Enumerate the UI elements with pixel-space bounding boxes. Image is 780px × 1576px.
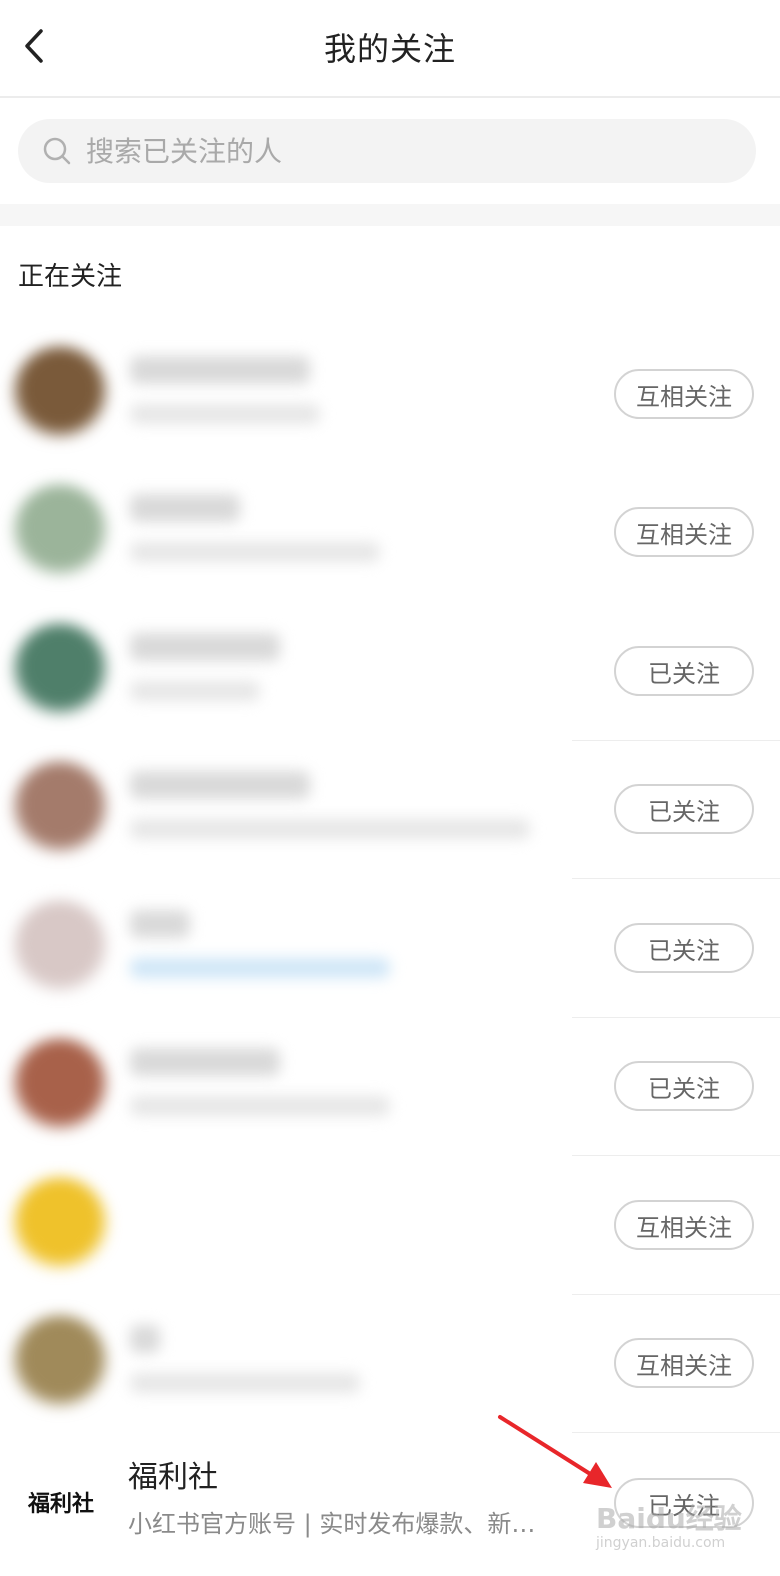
row-divider xyxy=(572,1432,780,1433)
avatar xyxy=(12,346,108,442)
follow-row[interactable]: 已关注 xyxy=(0,741,780,879)
follow-row[interactable]: 互相关注 xyxy=(0,1295,780,1433)
top-bar: 我的关注 xyxy=(0,0,780,98)
avatar xyxy=(12,484,108,580)
name-redacted xyxy=(130,910,190,938)
mutual-follow-button[interactable]: 互相关注 xyxy=(614,1338,754,1388)
fulishe-logo: 福利社 xyxy=(28,1491,95,1517)
following-button[interactable]: 已关注 xyxy=(614,646,754,696)
mutual-follow-button[interactable]: 互相关注 xyxy=(614,1200,754,1250)
follow-row[interactable]: 互相关注 xyxy=(0,464,780,602)
follow-row[interactable]: 已关注 xyxy=(0,603,780,741)
follow-row[interactable]: 已关注 xyxy=(0,880,780,1018)
following-button[interactable]: 已关注 xyxy=(614,784,754,834)
avatar xyxy=(12,1038,108,1134)
user-name: 福利社 xyxy=(128,1460,218,1495)
name-redacted xyxy=(130,771,310,799)
row-divider xyxy=(572,1155,780,1156)
user-description: 小红书官方账号 | 实时发布爆款、新… xyxy=(128,1510,536,1538)
mutual-follow-button[interactable]: 互相关注 xyxy=(614,369,754,419)
avatar xyxy=(12,761,108,857)
desc-redacted xyxy=(130,542,380,562)
search-bar[interactable] xyxy=(18,119,756,183)
page-title: 我的关注 xyxy=(323,30,456,68)
desc-redacted xyxy=(130,958,390,978)
avatar xyxy=(12,1177,108,1273)
search-input[interactable] xyxy=(84,133,708,169)
name-redacted xyxy=(130,633,280,661)
section-title-following: 正在关注 xyxy=(18,262,123,292)
follow-row[interactable]: 互相关注 xyxy=(0,326,780,464)
desc-redacted xyxy=(130,819,530,839)
name-redacted xyxy=(130,1048,280,1076)
follow-row-fulishe[interactable]: 福利社 福利社 小红书官方账号 | 实时发布爆款、新… 已关注 xyxy=(0,1434,780,1576)
following-button[interactable]: 已关注 xyxy=(614,1061,754,1111)
desc-redacted xyxy=(130,1373,360,1393)
follow-row[interactable]: 互相关注 xyxy=(0,1157,780,1295)
row-divider xyxy=(572,878,780,879)
name-redacted xyxy=(130,1325,160,1353)
avatar xyxy=(12,900,108,996)
name-redacted xyxy=(130,356,310,384)
desc-redacted xyxy=(130,404,320,424)
section-separator xyxy=(0,204,780,226)
mutual-follow-button[interactable]: 互相关注 xyxy=(614,507,754,557)
avatar xyxy=(12,623,108,719)
follow-row[interactable]: 已关注 xyxy=(0,1018,780,1156)
avatar xyxy=(12,1315,108,1411)
desc-redacted xyxy=(130,1096,390,1116)
following-button[interactable]: 已关注 xyxy=(614,923,754,973)
search-icon xyxy=(43,137,71,165)
desc-redacted xyxy=(130,681,260,701)
following-button[interactable]: 已关注 xyxy=(614,1478,754,1528)
name-redacted xyxy=(130,494,240,522)
